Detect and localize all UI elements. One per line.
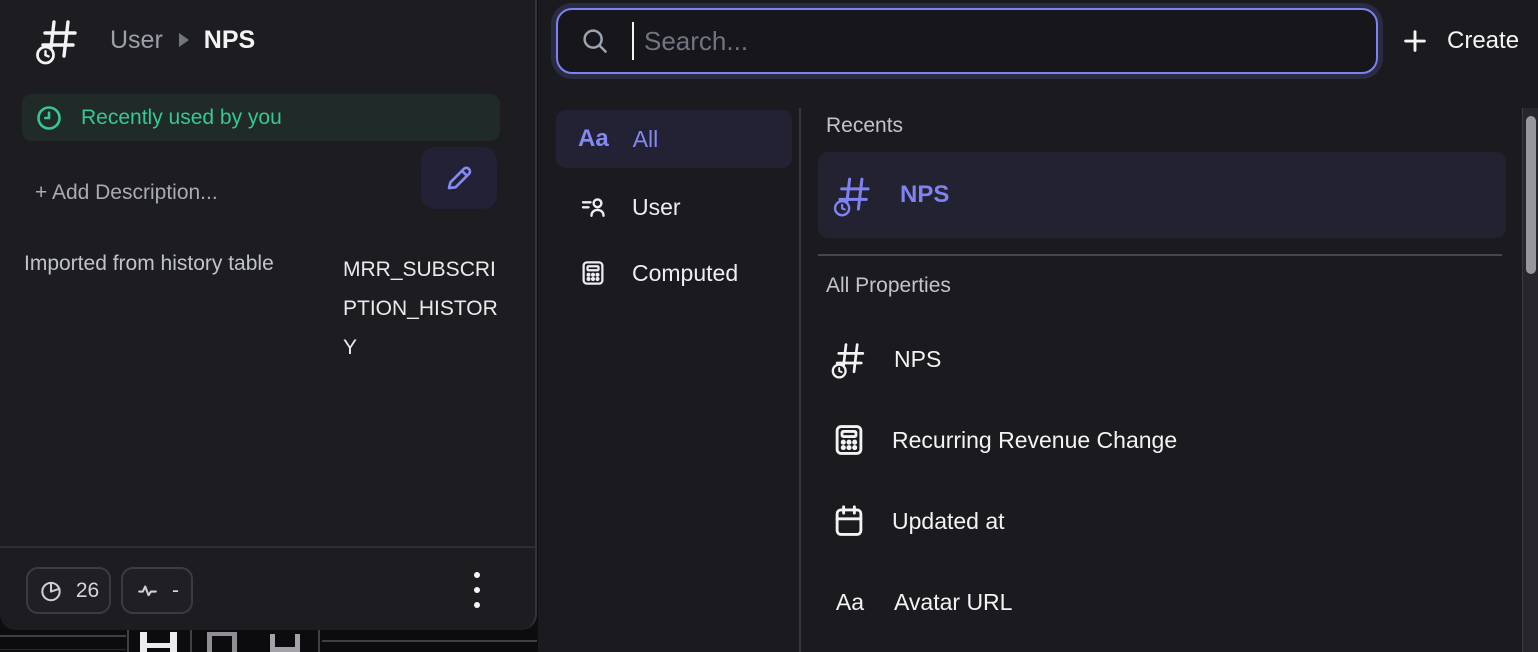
panel-footer: 26 - — [0, 546, 535, 630]
recently-used-label: Recently used by you — [81, 106, 282, 130]
filter-tab-label: User — [632, 194, 681, 221]
scrollbar-track[interactable] — [1522, 108, 1538, 652]
count-value: 26 — [76, 579, 99, 603]
popover-divider — [799, 108, 801, 652]
breadcrumb-parent[interactable]: User — [110, 26, 163, 55]
trend-chip[interactable]: - — [121, 567, 193, 614]
create-button[interactable]: Create — [1400, 18, 1519, 64]
all-properties-section-title: All Properties — [826, 274, 951, 298]
plus-icon — [1400, 26, 1430, 56]
recent-item-label: NPS — [900, 181, 949, 209]
text-caret — [632, 22, 634, 60]
results-divider — [818, 254, 1502, 256]
activity-icon — [135, 578, 160, 603]
property-item-updated-at[interactable]: Updated at — [818, 492, 1506, 550]
more-options-button[interactable] — [460, 564, 494, 616]
trend-value: - — [172, 579, 179, 603]
property-detail-panel: User NPS Recently used by you + Add Desc… — [0, 0, 537, 630]
filter-tab-computed[interactable]: Computed — [556, 244, 792, 302]
pencil-icon — [443, 162, 475, 194]
breadcrumb-current: NPS — [204, 26, 255, 55]
user-filter-icon — [578, 192, 608, 222]
calendar-icon — [830, 502, 868, 540]
chevron-right-icon — [177, 32, 190, 48]
app-root: User NPS Recently used by you + Add Desc… — [0, 0, 1538, 652]
pie-chart-icon — [38, 578, 64, 604]
text-type-icon: Aa — [578, 125, 609, 153]
add-description-button[interactable]: + Add Description... — [35, 181, 218, 205]
clock-icon — [35, 104, 63, 132]
filter-tab-label: All — [633, 126, 659, 153]
property-item-label: Recurring Revenue Change — [892, 427, 1177, 454]
calculator-icon — [830, 421, 868, 459]
property-header: User NPS — [34, 14, 255, 66]
filter-tab-user[interactable]: User — [556, 178, 792, 236]
search-icon — [580, 26, 610, 56]
recents-section-title: Recents — [826, 114, 903, 138]
breadcrumb: User NPS — [110, 26, 255, 55]
recently-used-badge: Recently used by you — [22, 94, 500, 141]
kebab-icon — [474, 572, 480, 578]
edit-button[interactable] — [421, 147, 497, 209]
scrollbar-thumb[interactable] — [1526, 116, 1536, 274]
recent-item-nps[interactable]: NPS — [818, 152, 1506, 238]
property-item-avatar-url[interactable]: Aa Avatar URL — [818, 573, 1506, 631]
filter-tab-all[interactable]: Aa All — [556, 110, 792, 168]
background-page-fragment — [0, 630, 537, 652]
imported-table-value: MRR_SUBSCRIPTION_HISTORY — [343, 250, 503, 367]
property-item-label: Updated at — [892, 508, 1005, 535]
number-history-icon — [34, 14, 84, 66]
search-input[interactable] — [644, 26, 1376, 57]
text-type-icon: Aa — [830, 589, 870, 616]
search-box[interactable] — [556, 8, 1378, 74]
imported-from-label: Imported from history table — [24, 252, 274, 276]
number-history-icon — [830, 338, 870, 380]
property-item-label: NPS — [894, 346, 941, 373]
property-search-popover: Create Aa All User Computed Recents — [538, 0, 1538, 652]
property-item-label: Avatar URL — [894, 589, 1012, 616]
property-item-nps[interactable]: NPS — [818, 330, 1506, 388]
count-chip[interactable]: 26 — [26, 567, 111, 614]
property-item-recurring-revenue-change[interactable]: Recurring Revenue Change — [818, 411, 1506, 469]
filter-tab-label: Computed — [632, 260, 738, 287]
number-history-icon — [832, 172, 876, 218]
calculator-icon — [578, 258, 608, 288]
create-label: Create — [1447, 27, 1519, 55]
